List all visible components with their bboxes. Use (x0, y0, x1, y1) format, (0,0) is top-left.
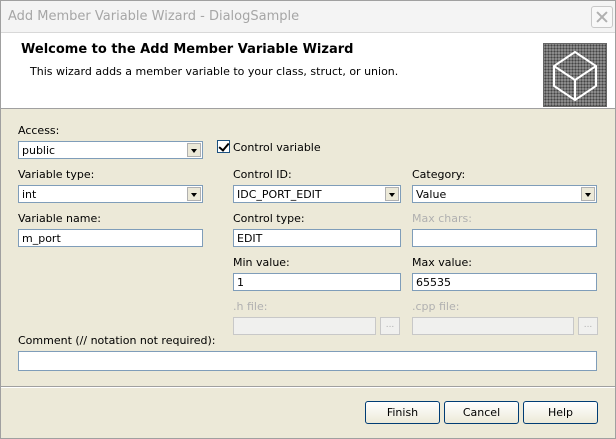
control-variable-checkbox[interactable] (217, 140, 230, 153)
variable-type-label: Variable type: (18, 168, 95, 181)
max-chars-field[interactable] (412, 229, 597, 247)
category-combo[interactable]: Value (412, 185, 597, 203)
window-title: Add Member Variable Wizard - DialogSampl… (8, 9, 300, 24)
access-combo[interactable]: public (18, 141, 203, 159)
min-value-label: Min value: (233, 256, 290, 269)
wizard-header: Welcome to the Add Member Variable Wizar… (1, 33, 615, 109)
comment-field[interactable] (18, 351, 597, 371)
min-value-field[interactable]: 1 (233, 273, 401, 291)
control-variable-label: Control variable (233, 141, 321, 154)
min-value-value: 1 (237, 276, 244, 289)
control-type-field[interactable]: EDIT (233, 229, 401, 247)
title-bar: Add Member Variable Wizard - DialogSampl… (1, 1, 615, 33)
variable-name-field[interactable]: m_port (18, 229, 203, 247)
cancel-button[interactable]: Cancel (444, 401, 519, 424)
wizard-logo-icon (543, 43, 607, 107)
variable-type-value: int (22, 188, 37, 201)
max-value-value: 65535 (416, 276, 451, 289)
variable-name-value: m_port (22, 232, 61, 245)
comment-label: Comment (// notation not required): (18, 334, 216, 347)
h-file-field[interactable] (233, 317, 376, 335)
header-title: Welcome to the Add Member Variable Wizar… (21, 42, 354, 57)
help-button[interactable]: Help (523, 401, 598, 424)
chevron-down-icon[interactable] (581, 187, 595, 201)
cpp-file-label: .cpp file: (412, 300, 460, 313)
variable-name-label: Variable name: (18, 212, 101, 225)
max-value-label: Max value: (412, 256, 472, 269)
access-label: Access: (18, 124, 60, 137)
cpp-file-browse-button[interactable]: ... (578, 317, 598, 335)
control-id-value: IDC_PORT_EDIT (237, 188, 322, 201)
control-id-label: Control ID: (233, 168, 292, 181)
max-value-field[interactable]: 65535 (412, 273, 597, 291)
chevron-down-icon[interactable] (187, 143, 201, 157)
finish-button[interactable]: Finish (365, 401, 440, 424)
control-type-value: EDIT (237, 232, 263, 245)
control-id-combo[interactable]: IDC_PORT_EDIT (233, 185, 401, 203)
wizard-dialog: Add Member Variable Wizard - DialogSampl… (0, 0, 616, 439)
chevron-down-icon[interactable] (187, 187, 201, 201)
control-type-label: Control type: (233, 212, 305, 225)
max-chars-label: Max chars: (412, 212, 472, 225)
access-value: public (22, 144, 56, 157)
cpp-file-field[interactable] (412, 317, 574, 335)
header-description: This wizard adds a member variable to yo… (30, 65, 399, 78)
chevron-down-icon[interactable] (385, 187, 399, 201)
close-icon[interactable] (591, 6, 613, 28)
category-label: Category: (412, 168, 466, 181)
h-file-label: .h file: (233, 300, 268, 313)
h-file-browse-button[interactable]: ... (380, 317, 400, 335)
category-value: Value (416, 188, 447, 201)
variable-type-combo[interactable]: int (18, 185, 203, 203)
footer-separator (1, 386, 615, 388)
